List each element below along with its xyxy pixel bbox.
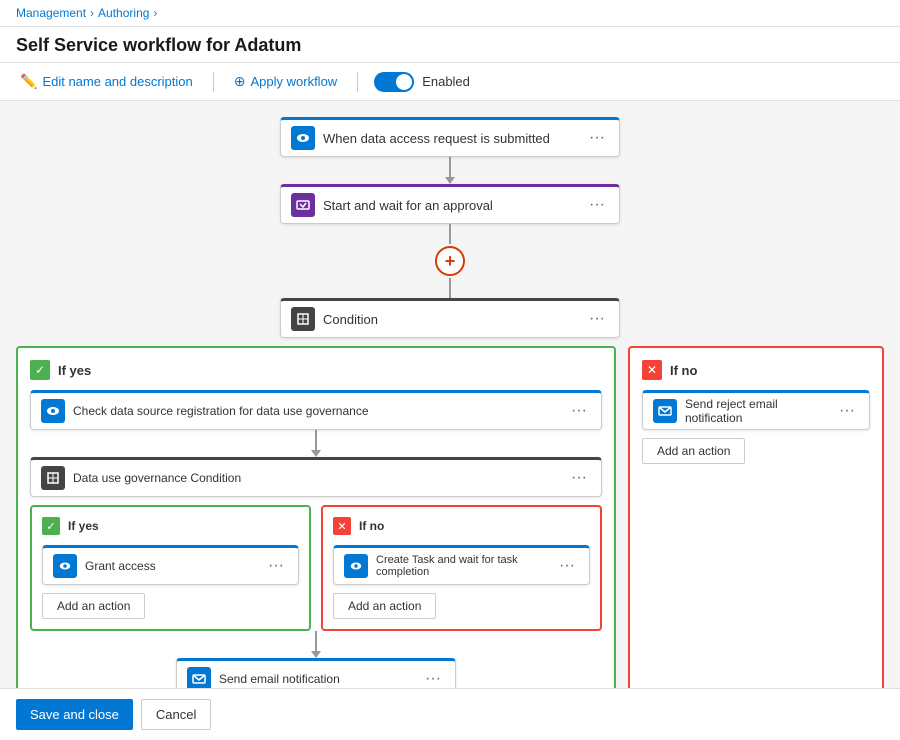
if-yes-outer-header: ✓ If yes xyxy=(30,360,602,380)
edit-icon: ✏️ xyxy=(20,73,37,90)
approval-label: Start and wait for an approval xyxy=(323,198,577,213)
send-reject-menu[interactable]: ··· xyxy=(835,400,859,422)
grant-label: Grant access xyxy=(85,559,256,573)
send-email-menu[interactable]: ··· xyxy=(421,668,445,688)
check-data-menu[interactable]: ··· xyxy=(567,400,591,422)
breadcrumb-sep1: › xyxy=(90,6,94,20)
yes-check-icon: ✓ xyxy=(30,360,50,380)
if-no-outer-title: If no xyxy=(670,363,697,378)
toggle-wrapper: Enabled xyxy=(374,72,470,92)
apply-icon: ⊕ xyxy=(234,73,246,90)
add-step-plus-btn[interactable]: + xyxy=(435,246,465,276)
check-data-label: Check data source registration for data … xyxy=(73,404,559,418)
trigger-menu[interactable]: ··· xyxy=(585,127,609,149)
breadcrumb-sep2: › xyxy=(153,6,157,20)
apply-workflow-button[interactable]: ⊕ Apply workflow xyxy=(230,71,341,92)
toolbar-divider2 xyxy=(357,72,358,92)
add-action-1-btn[interactable]: Add an action xyxy=(42,593,145,619)
toggle-knob xyxy=(396,74,412,90)
arrow-down-1 xyxy=(445,177,455,184)
page-title: Self Service workflow for Adatum xyxy=(0,27,900,63)
data-gov-icon xyxy=(41,466,65,490)
grant-access-node[interactable]: Grant access ··· xyxy=(42,545,299,585)
add-action-2-btn[interactable]: Add an action xyxy=(333,593,436,619)
send-email-node[interactable]: Send email notification ··· xyxy=(176,658,456,688)
check-data-node[interactable]: Check data source registration for data … xyxy=(30,390,602,430)
condition-icon xyxy=(291,307,315,331)
save-close-button[interactable]: Save and close xyxy=(16,699,133,730)
plus-icon: + xyxy=(445,251,456,272)
data-gov-menu[interactable]: ··· xyxy=(567,467,591,489)
if-no-outer-box: ✕ If no Send reject email notification ·… xyxy=(628,346,884,688)
grant-menu[interactable]: ··· xyxy=(264,555,288,577)
add-action-4-btn[interactable]: Add an action xyxy=(642,438,745,464)
footer: Save and close Cancel xyxy=(0,688,900,740)
send-email-icon xyxy=(187,667,211,688)
data-gov-label: Data use governance Condition xyxy=(73,471,559,485)
create-task-node[interactable]: Create Task and wait for task completion… xyxy=(333,545,590,585)
inner-if-yes-title: If yes xyxy=(68,519,99,533)
enabled-toggle[interactable] xyxy=(374,72,414,92)
inner-if-no-title: If no xyxy=(359,519,384,533)
condition-node[interactable]: Condition ··· xyxy=(280,298,620,338)
create-task-icon xyxy=(344,554,368,578)
inner-if-no-box: ✕ If no Create Task and wait for task co… xyxy=(321,505,602,631)
check-data-icon xyxy=(41,399,65,423)
breadcrumb-authoring[interactable]: Authoring xyxy=(98,6,149,20)
send-reject-node[interactable]: Send reject email notification ··· xyxy=(642,390,870,430)
approval-icon xyxy=(291,193,315,217)
if-yes-outer-box: ✓ If yes Check data source registration … xyxy=(16,346,616,688)
create-task-menu[interactable]: ··· xyxy=(555,555,579,577)
toolbar: ✏️ Edit name and description ⊕ Apply wor… xyxy=(0,63,900,101)
create-task-label: Create Task and wait for task completion xyxy=(376,554,547,578)
approval-node[interactable]: Start and wait for an approval ··· xyxy=(280,184,620,224)
trigger-icon xyxy=(291,126,315,150)
send-email-label: Send email notification xyxy=(219,672,413,686)
send-reject-label: Send reject email notification xyxy=(685,397,827,425)
connector-line-2 xyxy=(449,224,451,244)
grant-icon xyxy=(53,554,77,578)
if-yes-outer-title: If yes xyxy=(58,363,91,378)
inner-yes-icon: ✓ xyxy=(42,517,60,535)
connector-line-1 xyxy=(449,157,451,177)
breadcrumb: Management › Authoring › xyxy=(0,0,900,27)
breadcrumb-management[interactable]: Management xyxy=(16,6,86,20)
toggle-label: Enabled xyxy=(422,74,470,89)
cancel-button[interactable]: Cancel xyxy=(141,699,211,730)
trigger-label: When data access request is submitted xyxy=(323,131,577,146)
toolbar-divider xyxy=(213,72,214,92)
if-no-outer-header: ✕ If no xyxy=(642,360,870,380)
condition-label: Condition xyxy=(323,312,577,327)
data-governance-node[interactable]: Data use governance Condition ··· xyxy=(30,457,602,497)
canvas: When data access request is submitted ··… xyxy=(0,101,900,688)
no-x-icon: ✕ xyxy=(642,360,662,380)
connector-line-3 xyxy=(449,278,451,298)
trigger-node[interactable]: When data access request is submitted ··… xyxy=(280,117,620,157)
approval-menu[interactable]: ··· xyxy=(585,194,609,216)
send-reject-icon xyxy=(653,399,677,423)
inner-no-icon: ✕ xyxy=(333,517,351,535)
inner-if-yes-box: ✓ If yes Grant access ··· Add an action xyxy=(30,505,311,631)
condition-menu[interactable]: ··· xyxy=(585,308,609,330)
edit-name-button[interactable]: ✏️ Edit name and description xyxy=(16,71,197,92)
